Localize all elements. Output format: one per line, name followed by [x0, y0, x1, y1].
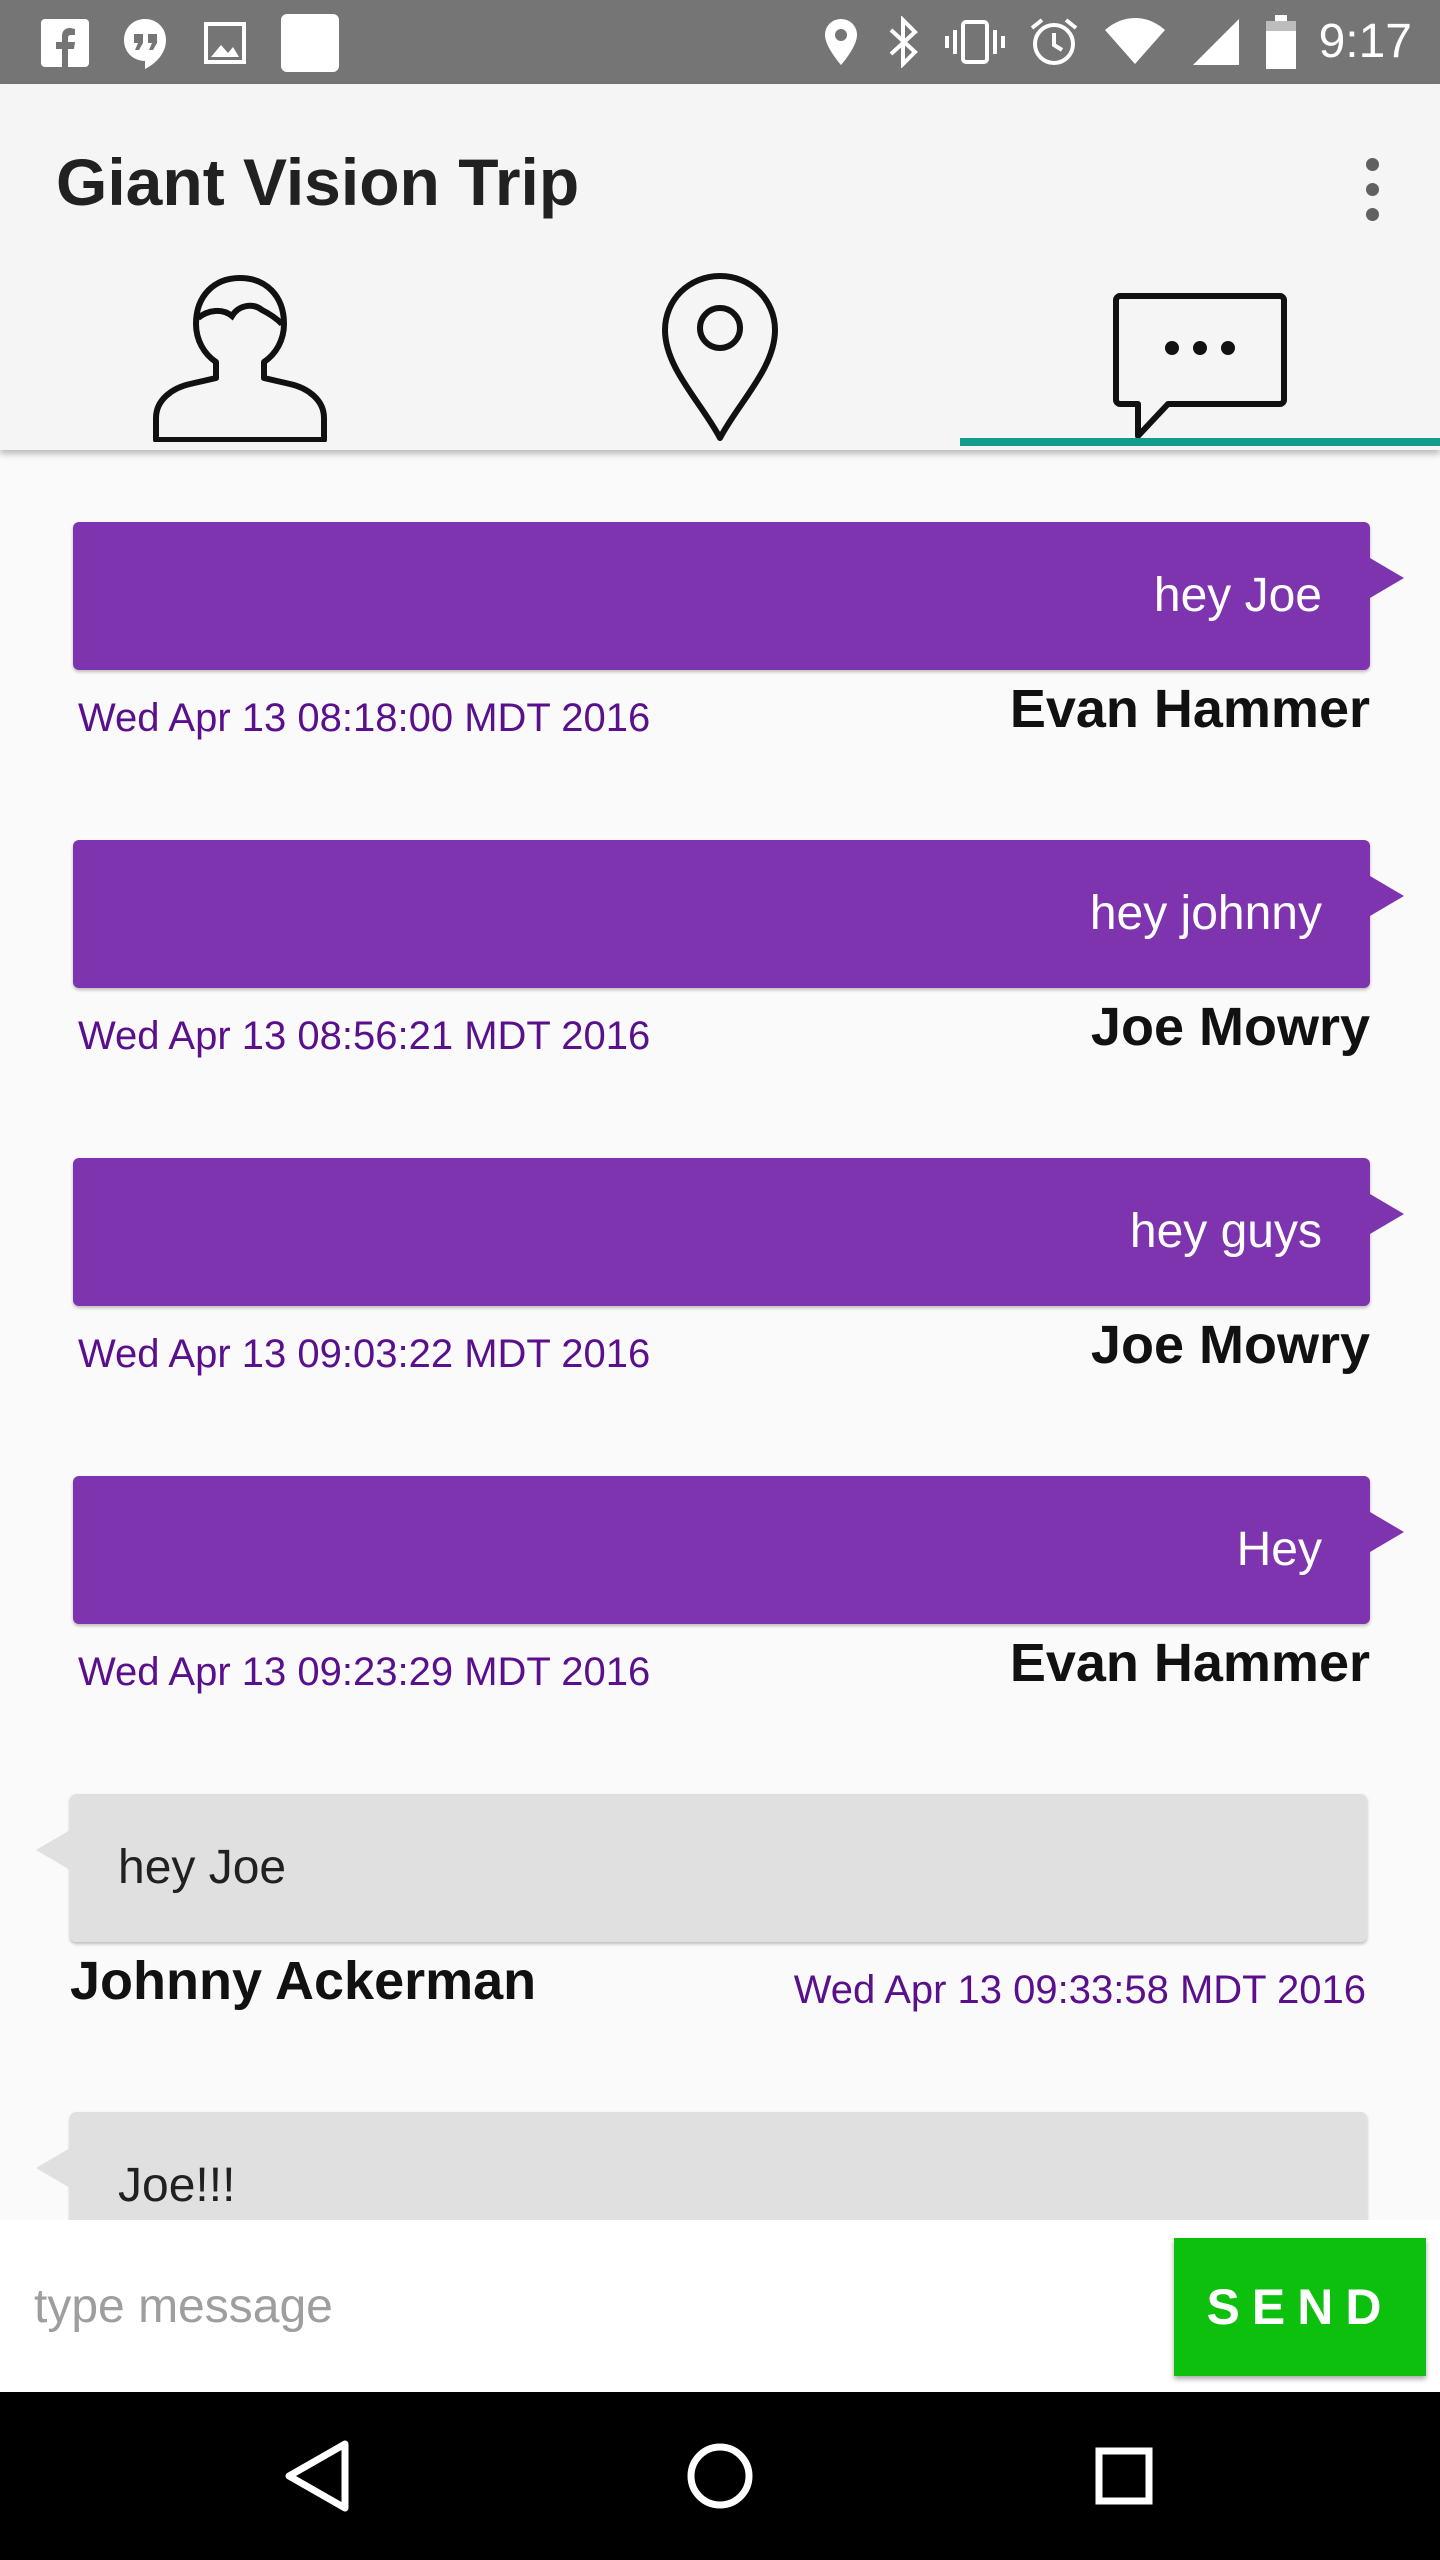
message-bubble: Hey: [73, 1476, 1404, 1624]
message-bubble: hey Joe: [73, 522, 1404, 670]
recents-icon: [1095, 2447, 1153, 2505]
tab-profile[interactable]: [0, 264, 480, 450]
app-bar: Giant Vision Trip: [0, 84, 1440, 450]
message-item: hey johnny Wed Apr 13 08:56:21 MDT 2016 …: [0, 768, 1440, 1086]
bluetooth-icon: [883, 13, 923, 71]
message-text: hey Joe: [118, 1841, 287, 1894]
map-pin-icon: [662, 273, 778, 441]
message-sender: Evan Hammer: [1009, 1633, 1370, 1693]
more-vert-icon: [1365, 157, 1379, 171]
hangouts-icon: [118, 14, 172, 72]
more-vert-icon-dot: [1365, 207, 1379, 221]
message-bubble: hey johnny: [73, 840, 1404, 988]
image-icon: [198, 14, 252, 72]
tab-indicator: [960, 438, 1440, 446]
home-icon: [687, 2443, 753, 2509]
message-bubble: Joe!!!: [36, 2112, 1367, 2220]
overflow-menu-button[interactable]: [1342, 144, 1402, 234]
message-bubble: hey guys: [73, 1158, 1404, 1306]
back-icon: [285, 2440, 349, 2512]
person-icon: [153, 275, 327, 442]
message-text: Hey: [1236, 1523, 1322, 1576]
chat-bubble-icon: [1113, 293, 1287, 439]
system-nav-bar: [0, 2392, 1440, 2560]
message-bubble: hey Joe: [36, 1794, 1367, 1942]
recents-button[interactable]: [1074, 2426, 1174, 2526]
compose-bar: SEND: [0, 2220, 1440, 2392]
message-text: hey Joe: [1153, 569, 1322, 622]
message-sender: Evan Hammer: [1009, 679, 1370, 739]
message-sender: Johnny Ackerman: [70, 1951, 537, 2011]
wifi-icon: [1103, 13, 1167, 71]
page-title: Giant Vision Trip: [56, 145, 580, 219]
message-timestamp: Wed Apr 13 08:18:00 MDT 2016: [78, 696, 651, 740]
message-sender: Joe Mowry: [1090, 997, 1370, 1057]
message-item: hey Joe Johnny Ackerman Wed Apr 13 09:33…: [0, 1722, 1440, 2040]
message-timestamp: Wed Apr 13 08:56:21 MDT 2016: [78, 1014, 651, 1058]
square-notification-icon: [278, 14, 342, 72]
message-timestamp: Wed Apr 13 09:23:29 MDT 2016: [78, 1650, 651, 1694]
message-timestamp: Wed Apr 13 09:33:58 MDT 2016: [793, 1968, 1366, 2012]
more-vert-icon-dot: [1365, 182, 1379, 196]
message-item: Joe!!!: [0, 2040, 1440, 2220]
tab-chat[interactable]: [960, 264, 1440, 450]
message-list[interactable]: hey Joe Wed Apr 13 08:18:00 MDT 2016 Eva…: [0, 450, 1440, 2220]
location-icon: [821, 13, 861, 71]
message-sender: Joe Mowry: [1090, 1315, 1370, 1375]
facebook-icon: [38, 14, 92, 72]
back-button[interactable]: [266, 2426, 366, 2526]
message-text: Joe!!!: [118, 2159, 236, 2212]
alarm-icon: [1027, 13, 1081, 71]
message-item: hey guys Wed Apr 13 09:03:22 MDT 2016 Jo…: [0, 1086, 1440, 1404]
home-button[interactable]: [670, 2426, 770, 2526]
message-input[interactable]: [0, 2220, 1170, 2392]
status-time: 9:17: [1318, 15, 1412, 68]
battery-icon: [1265, 13, 1297, 71]
message-item: hey Joe Wed Apr 13 08:18:00 MDT 2016 Eva…: [0, 450, 1440, 768]
message-text: hey guys: [1129, 1205, 1322, 1258]
vibrate-icon: [944, 13, 1005, 71]
send-button[interactable]: SEND: [1174, 2238, 1426, 2376]
message-item: Hey Wed Apr 13 09:23:29 MDT 2016 Evan Ha…: [0, 1404, 1440, 1722]
message-text: hey johnny: [1089, 887, 1322, 940]
status-bar: 9:17: [0, 0, 1440, 84]
signal-icon: [1189, 13, 1243, 71]
tab-map[interactable]: [480, 264, 960, 450]
message-timestamp: Wed Apr 13 09:03:22 MDT 2016: [78, 1332, 651, 1376]
